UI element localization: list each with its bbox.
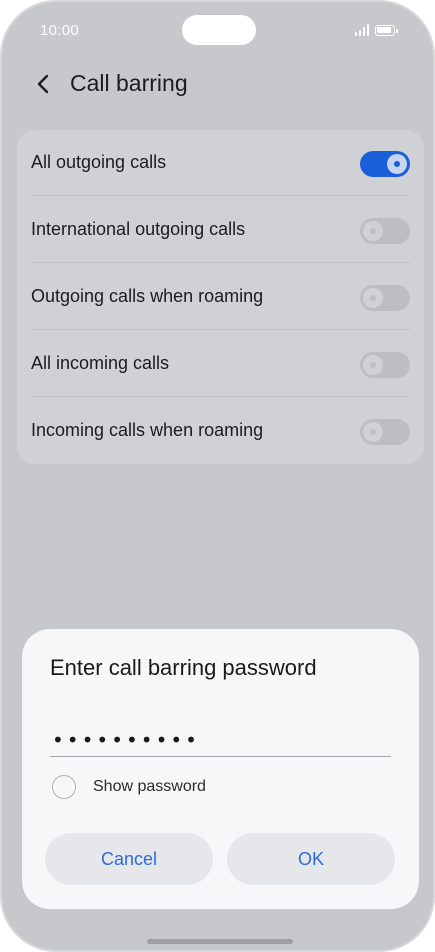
status-time: 10:00 xyxy=(40,22,80,39)
page-title: Call barring xyxy=(70,70,188,96)
divider xyxy=(31,329,410,330)
setting-row-all-outgoing[interactable]: All outgoing calls xyxy=(17,130,424,196)
password-input[interactable] xyxy=(50,723,391,757)
all-incoming-toggle[interactable] xyxy=(360,352,410,378)
setting-label: International outgoing calls xyxy=(31,219,246,239)
setting-label: All incoming calls xyxy=(31,353,170,373)
setting-label: Outgoing calls when roaming xyxy=(31,286,264,306)
status-bar: 10:00 xyxy=(2,2,433,58)
outgoing-roaming-toggle[interactable] xyxy=(360,285,410,311)
divider xyxy=(31,262,410,263)
signal-icon xyxy=(355,24,369,36)
incoming-roaming-toggle[interactable] xyxy=(360,419,410,445)
setting-row-international-outgoing[interactable]: International outgoing calls xyxy=(17,197,424,263)
all-outgoing-toggle[interactable] xyxy=(360,151,410,177)
setting-row-all-incoming[interactable]: All incoming calls xyxy=(17,331,424,397)
setting-row-incoming-roaming[interactable]: Incoming calls when roaming xyxy=(17,398,424,464)
setting-row-outgoing-roaming[interactable]: Outgoing calls when roaming xyxy=(17,264,424,330)
show-password-checkbox[interactable] xyxy=(52,775,76,799)
home-indicator[interactable] xyxy=(147,939,293,944)
setting-label: Incoming calls when roaming xyxy=(31,420,264,440)
divider xyxy=(31,396,410,397)
status-icons xyxy=(355,24,398,36)
show-password-option[interactable]: Show password xyxy=(52,775,206,799)
cancel-button[interactable]: Cancel xyxy=(45,833,213,885)
setting-label: All outgoing calls xyxy=(31,152,167,172)
ok-button[interactable]: OK xyxy=(227,833,395,885)
camera-notch xyxy=(182,15,256,45)
international-outgoing-toggle[interactable] xyxy=(360,218,410,244)
dialog-title: Enter call barring password xyxy=(50,655,317,680)
password-dialog: Enter call barring password Show passwor… xyxy=(22,629,419,909)
show-password-label: Show password xyxy=(93,778,206,795)
call-barring-list: All outgoing calls International outgoin… xyxy=(17,130,424,464)
battery-icon xyxy=(375,24,398,36)
header: Call barring xyxy=(2,62,433,106)
back-arrow-icon[interactable] xyxy=(34,74,54,94)
phone-screen: 10:00 Call barring All outgoing calls In… xyxy=(0,0,435,952)
divider xyxy=(31,195,410,196)
